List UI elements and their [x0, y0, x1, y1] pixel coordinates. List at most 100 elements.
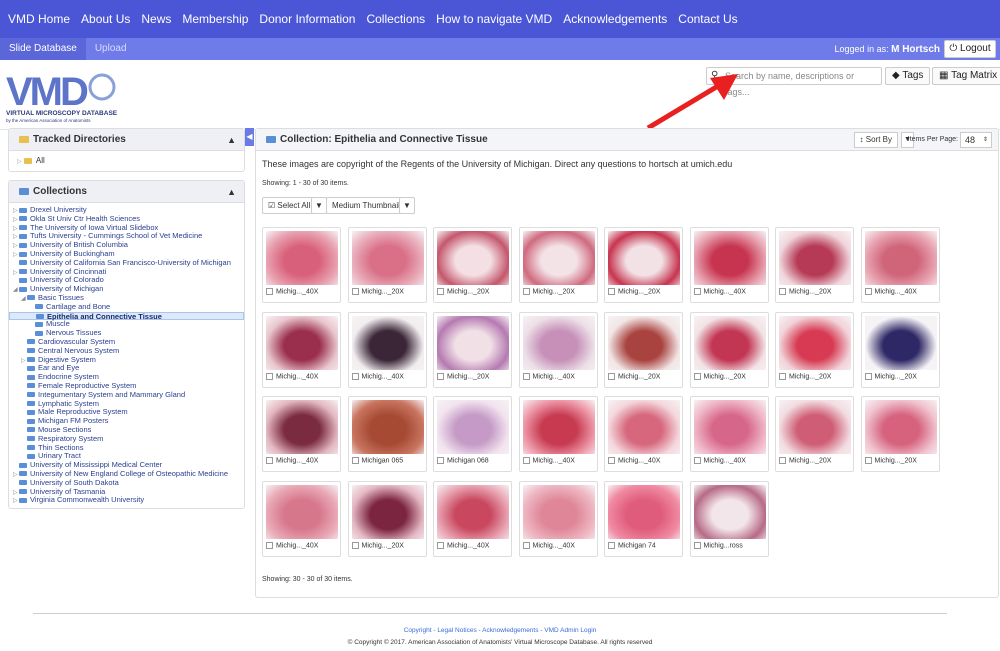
slide-image[interactable]	[437, 315, 509, 370]
slide-thumbnail[interactable]: Michig..._20X	[689, 311, 769, 388]
vmd-logo[interactable]: VMD VIRTUAL MICROSCOPY DATABASE by the A…	[6, 67, 146, 127]
slide-checkbox[interactable]	[693, 288, 701, 295]
slide-image[interactable]	[266, 400, 338, 454]
nav-link-vmd-home[interactable]: VMD Home	[8, 12, 70, 26]
slide-image[interactable]	[864, 400, 937, 454]
nav-link-collections[interactable]: Collections	[366, 12, 425, 26]
tracked-all-item[interactable]: ▷ All	[9, 151, 244, 171]
select-all-button[interactable]: ☑ Select All	[262, 197, 317, 214]
slide-thumbnail[interactable]: Michig..._20X	[433, 311, 512, 388]
slide-checkbox[interactable]	[864, 457, 872, 464]
chevron-up-icon[interactable]: ▲	[227, 181, 236, 203]
nav-link-news[interactable]: News	[141, 12, 171, 26]
slide-checkbox[interactable]	[608, 541, 615, 549]
slide-checkbox[interactable]	[266, 457, 273, 464]
slide-checkbox[interactable]	[779, 288, 786, 295]
slide-image[interactable]	[351, 400, 424, 454]
nav-link-how-to-navigate-vmd[interactable]: How to navigate VMD	[436, 12, 552, 26]
slide-thumbnail[interactable]: Michig..._40X	[604, 396, 683, 472]
slide-checkbox[interactable]	[522, 541, 530, 549]
slide-image[interactable]	[351, 231, 424, 285]
slide-checkbox[interactable]	[608, 457, 615, 464]
sort-by-button[interactable]: ↕ Sort By	[853, 132, 898, 148]
slide-image[interactable]	[266, 231, 338, 285]
slide-thumbnail[interactable]: Michig..._20X	[604, 311, 683, 388]
tag-matrix-button[interactable]: ▦ Tag Matrix	[932, 67, 1000, 85]
footer-links[interactable]: Copyright - Legal Notices - Acknowledgem…	[0, 627, 1000, 634]
slide-image[interactable]	[608, 231, 680, 285]
slide-thumbnail[interactable]: Michig..._20X	[775, 396, 854, 472]
slide-thumbnail[interactable]: Michig..._20X	[775, 311, 854, 388]
select-all-dropdown[interactable]: ▼	[311, 197, 327, 214]
slide-checkbox[interactable]	[437, 541, 444, 549]
slide-thumbnail[interactable]: Michig..._40X	[518, 480, 598, 557]
slide-image[interactable]	[351, 484, 424, 539]
tree-item[interactable]: Cartilage and Bone	[9, 302, 244, 312]
slide-checkbox[interactable]	[522, 288, 530, 295]
slide-image[interactable]	[522, 484, 595, 539]
slide-image[interactable]	[351, 315, 424, 370]
slide-image[interactable]	[437, 231, 509, 285]
slide-checkbox[interactable]	[608, 288, 615, 295]
slide-checkbox[interactable]	[522, 457, 530, 464]
slide-image[interactable]	[608, 315, 680, 370]
slide-thumbnail[interactable]: Michig...ross	[689, 480, 769, 557]
slide-thumbnail[interactable]: Michig..._40X	[262, 311, 341, 388]
slide-thumbnail[interactable]: Michig..._40X	[262, 396, 341, 472]
collections-header[interactable]: Collections ▲	[9, 181, 244, 203]
tree-item[interactable]: ◢ Basic Tissues	[9, 293, 244, 303]
slide-checkbox[interactable]	[693, 457, 701, 464]
slide-image[interactable]	[864, 231, 937, 285]
slide-thumbnail[interactable]: Michig..._40X	[860, 227, 940, 303]
slide-image[interactable]	[522, 315, 595, 370]
slide-image[interactable]	[608, 484, 680, 539]
slide-image[interactable]	[608, 400, 680, 454]
slide-image[interactable]	[693, 231, 766, 285]
slide-image[interactable]	[522, 231, 595, 285]
slide-thumbnail[interactable]: Michig..._40X	[262, 480, 341, 557]
slide-thumbnail[interactable]: Michig..._40X	[689, 227, 769, 303]
slide-thumbnail[interactable]: Michig..._20X	[518, 227, 598, 303]
tree-item[interactable]: ▷ Virginia Commonwealth University	[9, 495, 244, 505]
slide-thumbnail[interactable]: Michigan 068	[433, 396, 512, 472]
nav-link-acknowledgements[interactable]: Acknowledgements	[563, 12, 667, 26]
slide-image[interactable]	[437, 400, 509, 454]
slide-checkbox[interactable]	[266, 541, 273, 549]
slide-image[interactable]	[864, 315, 937, 370]
slide-thumbnail[interactable]: Michig..._40X	[518, 396, 598, 472]
slide-image[interactable]	[693, 484, 766, 539]
slide-thumbnail[interactable]: Michig..._20X	[860, 311, 940, 388]
slide-checkbox[interactable]	[779, 457, 786, 464]
slide-image[interactable]	[693, 400, 766, 454]
items-per-page-select[interactable]: 48 ⇕	[960, 132, 992, 148]
slide-thumbnail[interactable]: Michig..._20X	[347, 480, 427, 557]
slide-checkbox[interactable]	[693, 541, 701, 549]
slide-thumbnail[interactable]: Michig..._20X	[604, 227, 683, 303]
slide-image[interactable]	[266, 315, 338, 370]
slide-thumbnail[interactable]: Michig..._20X	[347, 227, 427, 303]
collapse-sidebar-button[interactable]: ◀	[245, 128, 254, 146]
slide-checkbox[interactable]	[266, 288, 273, 295]
slide-image[interactable]	[266, 484, 338, 539]
slide-checkbox[interactable]	[522, 372, 530, 380]
tree-item[interactable]: Muscle	[9, 319, 244, 329]
slide-checkbox[interactable]	[351, 288, 359, 295]
slide-checkbox[interactable]	[437, 288, 444, 295]
tab-slide-database[interactable]: Slide Database	[0, 38, 86, 60]
nav-link-membership[interactable]: Membership	[182, 12, 248, 26]
thumbnail-size-dropdown[interactable]: ▼	[399, 197, 415, 214]
slide-image[interactable]	[437, 484, 509, 539]
slide-checkbox[interactable]	[608, 372, 615, 380]
slide-checkbox[interactable]	[437, 457, 444, 464]
nav-link-donor-information[interactable]: Donor Information	[259, 12, 355, 26]
tree-item[interactable]: Epithelia and Connective Tissue	[9, 311, 244, 320]
slide-image[interactable]	[779, 315, 851, 370]
username[interactable]: M Hortsch	[891, 44, 940, 55]
slide-thumbnail[interactable]: Michig..._20X	[433, 227, 512, 303]
slide-thumbnail[interactable]: Michigan 74	[604, 480, 683, 557]
tags-button[interactable]: ◆ Tags	[885, 67, 931, 85]
slide-image[interactable]	[522, 400, 595, 454]
slide-thumbnail[interactable]: Michig..._40X	[262, 227, 341, 303]
thumbnail-size-button[interactable]: Medium Thumbnails	[326, 197, 410, 214]
slide-thumbnail[interactable]: Michigan 065	[347, 396, 427, 472]
